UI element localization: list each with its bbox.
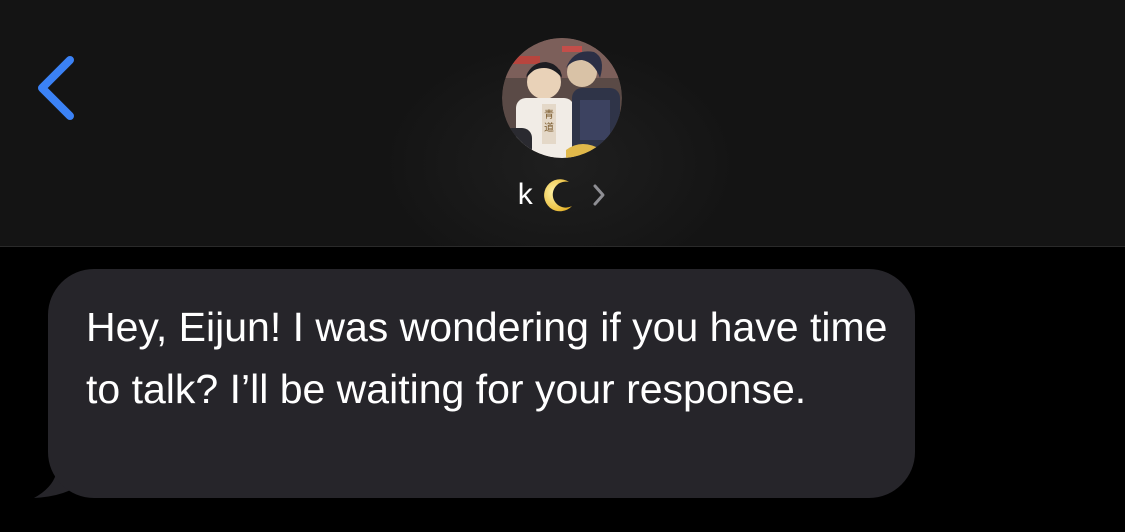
- crescent-moon-icon: [544, 179, 573, 212]
- chevron-right-icon: [593, 184, 605, 206]
- contact-name-row[interactable]: k: [0, 172, 1125, 218]
- conversation-header: 青 道 k: [0, 0, 1125, 247]
- contact-avatar[interactable]: 青 道: [502, 38, 622, 158]
- message-text: Hey, Eijun! I was wondering if you have …: [86, 304, 888, 412]
- back-button[interactable]: [32, 52, 86, 124]
- chevron-left-icon: [38, 56, 74, 120]
- contact-name: k: [517, 178, 534, 211]
- contact-avatar-photo: 青 道: [502, 38, 622, 158]
- svg-text:道: 道: [544, 121, 554, 134]
- svg-text:青: 青: [544, 108, 554, 121]
